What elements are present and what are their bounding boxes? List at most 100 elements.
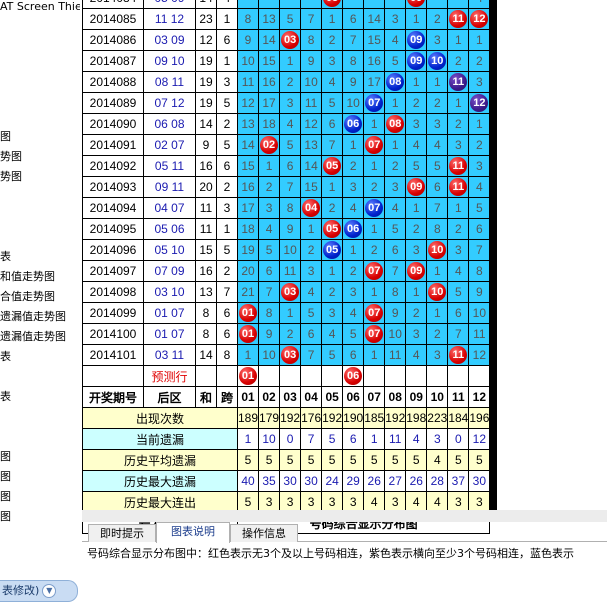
number-cell: 1 bbox=[363, 155, 386, 177]
number-cell: 4 bbox=[468, 176, 491, 198]
prediction-cell[interactable] bbox=[426, 365, 449, 387]
prediction-cell[interactable] bbox=[447, 365, 470, 387]
period-cell: 2014099 bbox=[82, 302, 144, 324]
number-cell: 11 bbox=[384, 344, 407, 366]
number-cell: 4 bbox=[300, 281, 323, 303]
left-item[interactable]: 合值走势图 bbox=[0, 288, 55, 304]
left-item[interactable]: AT Screen Thief bbox=[0, 0, 80, 13]
stat-value: 28 bbox=[426, 470, 449, 492]
table-row: 2014101 03 11 14 8 1 10 03 7 5 6 1 11 4 3 11 12 bbox=[82, 344, 491, 366]
left-item[interactable]: 图 bbox=[0, 488, 11, 504]
left-item[interactable]: 图 bbox=[0, 128, 11, 144]
number-cell: 09 bbox=[405, 176, 428, 198]
prediction-cell[interactable]: 01 bbox=[236, 365, 260, 387]
table-row: 2014086 03 09 12 6 9 14 03 8 2 7 15 4 09 3 1 1 bbox=[82, 29, 491, 51]
tab-chart-description[interactable]: 图表说明 bbox=[156, 522, 230, 543]
stat-value: 179 bbox=[258, 407, 281, 429]
number-cell: 2 bbox=[426, 323, 449, 345]
table-row: 2014099 01 07 8 6 01 8 1 5 3 4 07 9 2 1 6 10 bbox=[82, 302, 491, 324]
stat-row: 出现次数 189 179 192 176 192 190 185 192 198 223 184 196 bbox=[82, 407, 491, 429]
sum-cell: 13 bbox=[195, 281, 217, 303]
number-cell bbox=[342, 0, 365, 9]
number-cell: 16 bbox=[236, 176, 260, 198]
left-item[interactable]: 表 bbox=[0, 248, 11, 264]
sum-cell: 8 bbox=[195, 323, 217, 345]
number-cell: 11 bbox=[447, 155, 470, 177]
number-cell: 10 bbox=[236, 50, 260, 72]
number-cell: 2 bbox=[447, 218, 470, 240]
left-item[interactable]: 表 bbox=[0, 388, 11, 404]
left-item[interactable]: 遗漏值走势图 bbox=[0, 308, 66, 324]
sum-cell: 15 bbox=[195, 239, 217, 261]
left-item[interactable]: 和值走势图 bbox=[0, 268, 55, 284]
number-cell: 3 bbox=[405, 113, 428, 135]
prediction-cell[interactable] bbox=[279, 365, 302, 387]
span-cell: 6 bbox=[216, 29, 238, 51]
header-number: 07 bbox=[363, 386, 386, 408]
number-cell: 6 bbox=[342, 8, 365, 30]
modify-table-button[interactable]: 表修改) ▼ bbox=[0, 580, 78, 602]
number-cell: 2 bbox=[384, 155, 407, 177]
number-cell: 2 bbox=[405, 302, 428, 324]
table-row: 2014098 03 10 13 7 21 7 03 4 2 3 1 8 1 10 5 9 bbox=[82, 281, 491, 303]
number-ball: 09 bbox=[407, 0, 426, 7]
number-ball: 07 bbox=[365, 262, 384, 280]
number-cell: 1 bbox=[384, 134, 407, 156]
back-zone-cell: 09 10 bbox=[143, 50, 196, 72]
stat-value: 35 bbox=[258, 470, 281, 492]
number-cell: 1 bbox=[342, 239, 365, 261]
back-zone-cell: 03 09 bbox=[143, 29, 196, 51]
splitter[interactable] bbox=[82, 510, 607, 522]
number-cell: 12 bbox=[468, 344, 491, 366]
prediction-cell[interactable]: 06 bbox=[342, 365, 365, 387]
number-ball: 09 bbox=[407, 262, 426, 280]
number-cell: 6 bbox=[468, 218, 491, 240]
number-cell: 5 bbox=[384, 50, 407, 72]
number-cell: 05 bbox=[321, 155, 344, 177]
stat-value: 26 bbox=[405, 470, 428, 492]
description-text: 号码综合显示分布图中：红色表示无3个及以上号码相连，紫色表示横向至少3个号码相连… bbox=[87, 547, 574, 560]
period-cell: 2014092 bbox=[82, 155, 144, 177]
span-cell: 2 bbox=[216, 113, 238, 135]
prediction-ball[interactable]: 06 bbox=[344, 367, 363, 385]
back-zone-cell: 07 12 bbox=[143, 92, 196, 114]
period-cell: 2014085 bbox=[82, 8, 144, 30]
prediction-cell[interactable] bbox=[405, 365, 428, 387]
prediction-cell[interactable] bbox=[363, 365, 386, 387]
number-cell: 5 bbox=[300, 302, 323, 324]
header-number: 05 bbox=[321, 386, 344, 408]
span-cell: 6 bbox=[216, 155, 238, 177]
tab-operation-info[interactable]: 操作信息 bbox=[230, 524, 298, 542]
left-item[interactable]: 表 bbox=[0, 348, 11, 364]
left-item[interactable]: 势图 bbox=[0, 168, 22, 184]
stat-value: 5 bbox=[405, 449, 428, 471]
number-cell: 4 bbox=[321, 71, 344, 93]
prediction-ball[interactable]: 01 bbox=[239, 367, 258, 385]
left-item[interactable]: 遗漏值走势图 bbox=[0, 328, 66, 344]
tab-instant-tips[interactable]: 即时提示 bbox=[88, 524, 156, 542]
header-period: 开奖期号 bbox=[82, 386, 144, 408]
number-cell: 2 bbox=[363, 239, 386, 261]
number-cell: 4 bbox=[384, 29, 407, 51]
number-cell: 6 bbox=[279, 155, 302, 177]
stat-value: 37 bbox=[447, 470, 470, 492]
number-cell: 9 bbox=[279, 218, 302, 240]
number-cell: 3 bbox=[384, 8, 407, 30]
left-item[interactable]: 图 bbox=[0, 468, 11, 484]
number-cell: 7 bbox=[447, 323, 470, 345]
left-item[interactable]: 势图 bbox=[0, 148, 22, 164]
prediction-cell[interactable] bbox=[468, 365, 491, 387]
number-ball: 06 bbox=[344, 115, 363, 133]
left-item[interactable]: 图 bbox=[0, 508, 11, 524]
number-cell: 2 bbox=[321, 29, 344, 51]
prediction-cell[interactable] bbox=[258, 365, 281, 387]
prediction-cell[interactable] bbox=[300, 365, 323, 387]
period-cell: 2014096 bbox=[82, 239, 144, 261]
stat-value: 3 bbox=[426, 428, 449, 450]
left-item[interactable]: 图 bbox=[0, 448, 11, 464]
prediction-cell[interactable] bbox=[321, 365, 344, 387]
prediction-cell[interactable] bbox=[384, 365, 407, 387]
number-cell bbox=[426, 0, 449, 9]
stat-value: 189 bbox=[236, 407, 260, 429]
back-zone-cell: 05 11 bbox=[143, 155, 196, 177]
